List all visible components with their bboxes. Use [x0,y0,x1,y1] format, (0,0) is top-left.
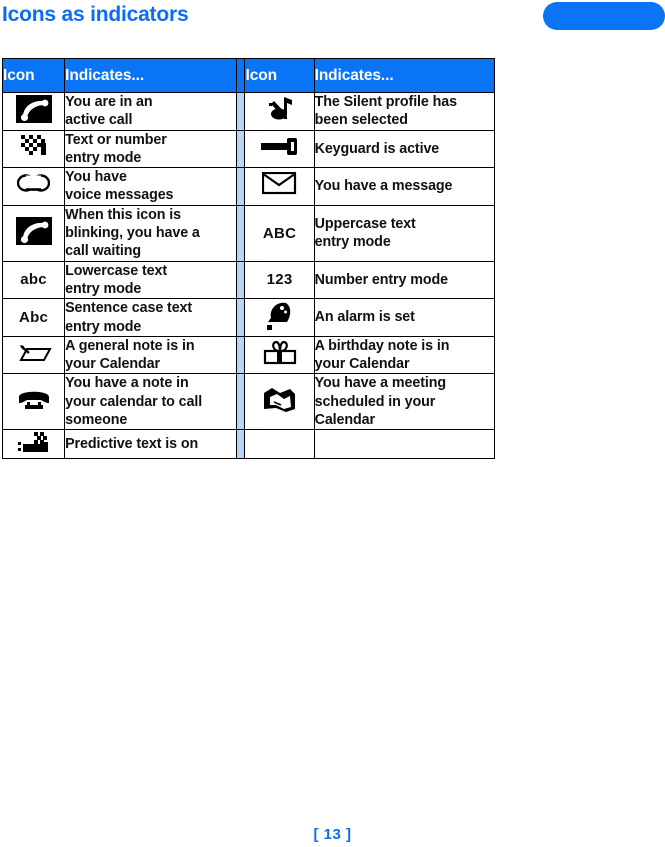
icons-indicator-table: Icon Indicates... Icon Indicates... You … [1,58,496,460]
indicator-description: You have a meeting scheduled in your Calen… [313,373,496,431]
table-row: Predictive text is on [1,429,496,460]
table-row: A general note is in your Calendar A birth… [1,335,496,375]
column-spacer [236,335,246,375]
page-title: Icons as indicators [2,3,189,26]
header-indicates-right: Indicates... [313,58,496,93]
column-spacer [236,167,246,206]
keyguard-icon [244,129,315,169]
column-spacer [236,129,246,169]
header-column-spacer [236,58,246,93]
header-indicates-left: Indicates... [64,58,238,93]
alarm-bell-icon [244,298,315,337]
table-row: You have a note in your calendar to call s… [1,373,496,431]
silent-profile-icon [244,92,315,131]
general-note-icon [1,335,66,375]
header-icon-left: Icon [1,58,66,93]
text-entry-icon [1,129,66,169]
column-spacer [236,204,246,262]
table-row: You are in an active call The Silent profi… [1,92,496,131]
indicator-description: The Silent profile has been selected [313,92,496,131]
header-icon-right: Icon [244,58,315,93]
meeting-handshake-icon [244,373,315,431]
corner-tab-marker [543,2,665,30]
abc-lowercase-label: abc [1,260,66,300]
column-spacer [236,298,246,337]
indicator-description: Keyguard is active [313,129,496,169]
indicator-description: Sentence case text entry mode [64,298,238,337]
indicator-description: You are in an active call [64,92,238,131]
voice-messages-icon [1,167,66,206]
indicator-description: Predictive text is on [64,429,238,460]
table-row: When this icon is blinking, you have a cal… [1,204,496,262]
table-row: abc Lowercase text entry mode 123 Number ent… [1,260,496,300]
call-waiting-icon [1,204,66,262]
footer-page-number: [ 13 ] [313,826,352,843]
table-header-row: Icon Indicates... Icon Indicates... [1,58,496,93]
indicator-description: You have a message [313,167,496,206]
telephone-note-icon [1,373,66,431]
indicator-description: Text or number entry mode [64,129,238,169]
indicator-description: You have voice messages [64,167,238,206]
abc-sentence-label: Abc [1,298,66,337]
indicator-description: A general note is in your Calendar [64,335,238,375]
table-row: You have voice messages You have a message [1,167,496,206]
active-call-icon [1,92,66,131]
predictive-text-icon [1,429,66,460]
table-row: Abc Sentence case text entry mode An alarm … [1,298,496,337]
empty-icon-cell [244,429,315,460]
gift-birthday-icon [244,335,315,375]
indicator-description: A birthday note is in your Calendar [313,335,496,375]
abc-text-label: ABC [244,204,315,262]
indicator-description: Uppercase text entry mode [313,204,496,262]
indicator-description [313,429,496,460]
column-spacer [236,373,246,431]
indicator-description: Number entry mode [313,260,496,300]
indicator-description: You have a note in your calendar to call s… [64,373,238,431]
table-row: Text or number entry mode Keyguard is acti… [1,129,496,169]
indicator-description: Lowercase text entry mode [64,260,238,300]
column-spacer [236,429,246,460]
number-label: 123 [244,260,315,300]
column-spacer [236,92,246,131]
column-spacer [236,260,246,300]
indicator-description: When this icon is blinking, you have a cal… [64,204,238,262]
envelope-icon [244,167,315,206]
indicator-description: An alarm is set [313,298,496,337]
